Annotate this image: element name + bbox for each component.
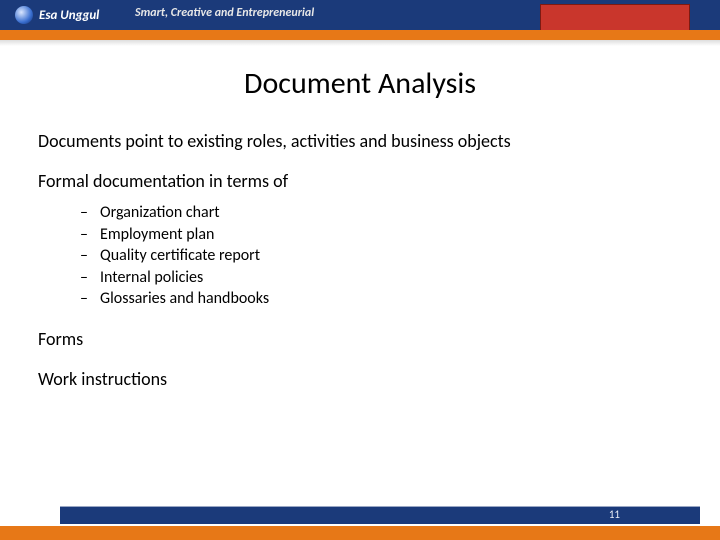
formal-line: Formal documentation in terms of: [38, 170, 682, 192]
slide-header: Esa Unggul Smart, Creative and Entrepren…: [0, 0, 720, 46]
list-item-label: Quality certificate report: [100, 245, 260, 267]
header-shadow: [0, 40, 720, 46]
brand-tagline: Smart, Creative and Entrepreneurial: [135, 6, 314, 20]
footer-orange-bar: [0, 526, 720, 540]
list-item: –Internal policies: [76, 267, 682, 289]
bullet-dash-icon: –: [76, 288, 88, 310]
bullet-dash-icon: –: [76, 202, 88, 224]
forms-line: Forms: [38, 328, 682, 350]
globe-icon: [15, 6, 33, 24]
bullet-dash-icon: –: [76, 224, 88, 246]
bullet-dash-icon: –: [76, 267, 88, 289]
brand-name: Esa Unggul: [39, 8, 99, 23]
list-item: –Quality certificate report: [76, 245, 682, 267]
formal-sublist: –Organization chart –Employment plan –Qu…: [76, 202, 682, 310]
slide-title: Document Analysis: [38, 65, 682, 102]
slide-footer: 11: [0, 510, 720, 540]
header-orange-bar: [0, 30, 720, 40]
list-item: –Organization chart: [76, 202, 682, 224]
page-number: 11: [609, 508, 620, 521]
list-item-label: Employment plan: [100, 224, 214, 246]
bullet-dash-icon: –: [76, 245, 88, 267]
list-item: –Glossaries and handbooks: [76, 288, 682, 310]
slide-content: Document Analysis Documents point to exi…: [0, 55, 720, 408]
work-line: Work instructions: [38, 368, 682, 390]
intro-line: Documents point to existing roles, activ…: [38, 130, 682, 152]
header-red-box: [540, 4, 690, 32]
list-item-label: Internal policies: [100, 267, 203, 289]
header-blue-bar: Esa Unggul Smart, Creative and Entrepren…: [0, 0, 720, 30]
brand-logo: Esa Unggul: [0, 6, 99, 24]
list-item-label: Glossaries and handbooks: [100, 288, 269, 310]
footer-blue-bar: [60, 506, 700, 524]
list-item-label: Organization chart: [100, 202, 220, 224]
list-item: –Employment plan: [76, 224, 682, 246]
